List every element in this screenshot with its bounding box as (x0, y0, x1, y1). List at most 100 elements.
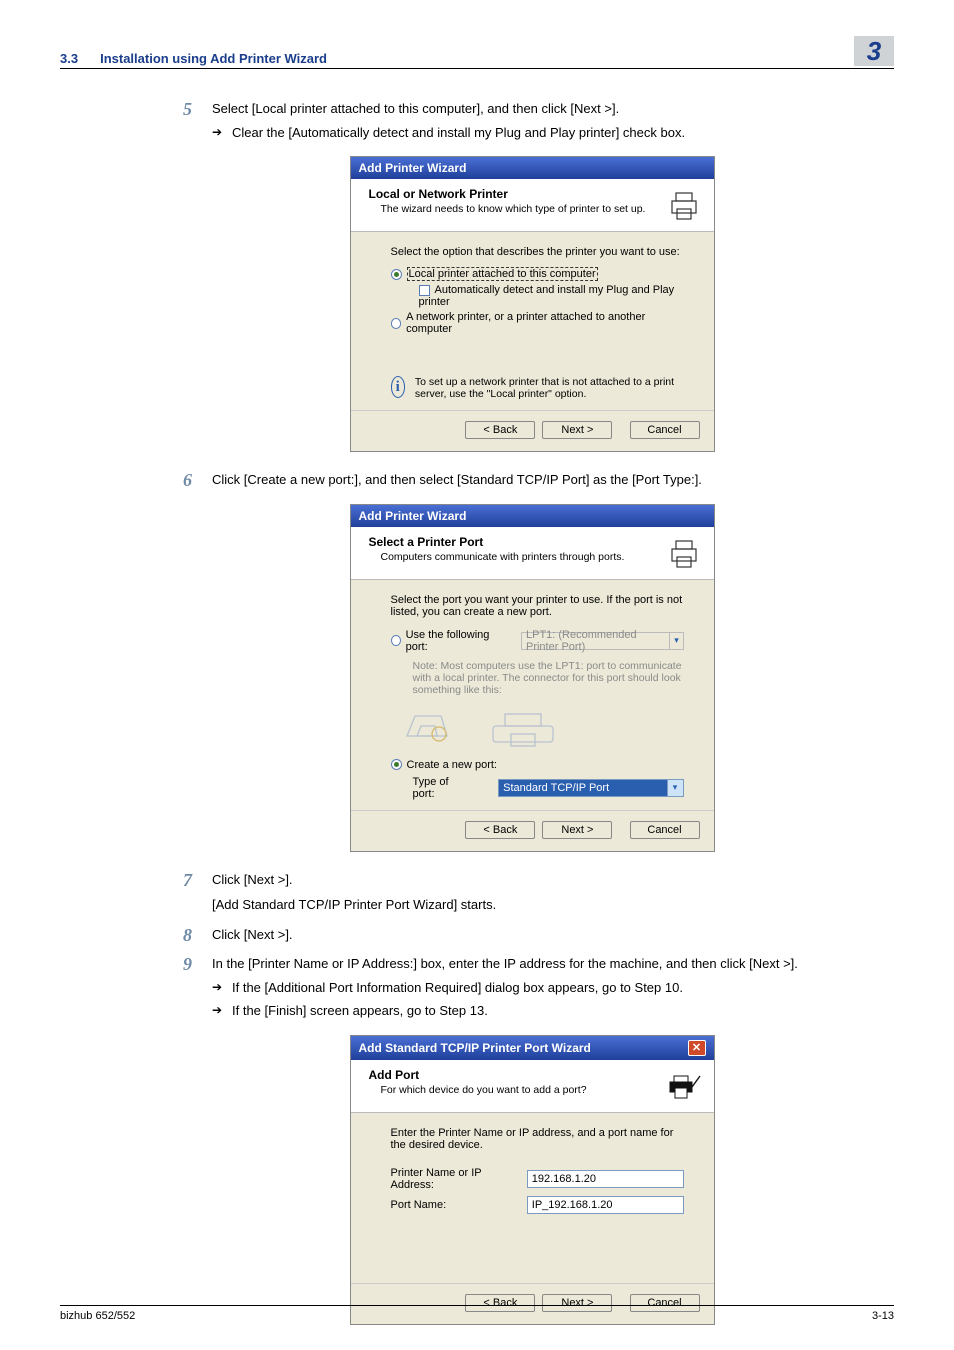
dialog-title: Add Standard TCP/IP Printer Port Wizard (359, 1041, 591, 1055)
chevron-down-icon: ▾ (669, 633, 682, 649)
back-button[interactable]: < Back (465, 821, 535, 839)
network-printer-icon (666, 1068, 702, 1104)
step-arrow-note: If the [Additional Port Information Requ… (212, 978, 894, 998)
port-name-input[interactable]: IP_192.168.1.20 (527, 1196, 684, 1214)
step-number: 9 (170, 954, 192, 1021)
wizard-body: Select the port you want your printer to… (351, 580, 714, 810)
dialog-add-port: Add Standard TCP/IP Printer Port Wizard … (350, 1035, 715, 1325)
field-printer-name-ip: Printer Name or IP Address: 192.168.1.20 (391, 1167, 684, 1191)
wizard-header: Add Port For which device do you want to… (351, 1060, 714, 1113)
connector-illustrations (401, 704, 684, 748)
dialog-select-port: Add Printer Wizard Select a Printer Port… (350, 504, 715, 852)
step-body: Select [Local printer attached to this c… (212, 99, 894, 142)
info-icon: i (391, 376, 405, 398)
dialog-title: Add Printer Wizard (359, 161, 467, 175)
step-8: 8 Click [Next >]. (170, 925, 894, 945)
step-number: 5 (170, 99, 192, 142)
dialog-local-or-network: Add Printer Wizard Local or Network Prin… (350, 156, 715, 452)
step-5: 5 Select [Local printer attached to this… (170, 99, 894, 142)
checkbox-indicator (419, 285, 430, 296)
radio-indicator (391, 759, 402, 770)
port-note: Note: Most computers use the LPT1: port … (391, 660, 684, 696)
close-icon[interactable]: ✕ (688, 1040, 706, 1056)
page-header: 3.3 Installation using Add Printer Wizar… (60, 36, 894, 69)
wizard-head-title: Add Port (369, 1068, 587, 1082)
chapter-badge: 3 (854, 36, 894, 66)
wizard-head-sub: The wizard needs to know which type of p… (369, 203, 646, 215)
wizard-header: Select a Printer Port Computers communic… (351, 527, 714, 580)
checkbox-auto-detect[interactable]: Automatically detect and install my Plug… (391, 284, 684, 308)
port-type-dropdown[interactable]: Standard TCP/IP Port ▾ (498, 779, 683, 797)
wizard-body: Enter the Printer Name or IP address, an… (351, 1113, 714, 1283)
step-body: In the [Printer Name or IP Address:] box… (212, 954, 894, 1021)
step-body: Click [Next >]. (212, 925, 894, 945)
type-label: Type of port: (413, 776, 473, 800)
wizard-head-sub: Computers communicate with printers thro… (369, 551, 625, 563)
step-subtext: [Add Standard TCP/IP Printer Port Wizard… (212, 895, 894, 915)
info-box: i To set up a network printer that is no… (391, 376, 684, 400)
dropdown-value: Standard TCP/IP Port (499, 782, 613, 794)
cancel-button[interactable]: Cancel (630, 821, 700, 839)
step-number: 6 (170, 470, 192, 490)
printer-ip-input[interactable]: 192.168.1.20 (527, 1170, 684, 1188)
step-arrow-note: If the [Finish] screen appears, go to St… (212, 1001, 894, 1021)
body-lead: Select the option that describes the pri… (391, 246, 684, 258)
radio-local-printer[interactable]: Local printer attached to this computer (391, 267, 598, 281)
checkbox-label: Automatically detect and install my Plug… (419, 284, 675, 308)
chevron-down-icon: ▾ (667, 780, 683, 796)
section-title: Installation using Add Printer Wizard (100, 51, 327, 66)
page-footer: bizhub 652/552 3-13 (60, 1305, 894, 1322)
footer-page: 3-13 (872, 1310, 894, 1322)
radio-label: Create a new port: (407, 759, 498, 771)
step-6: 6 Click [Create a new port:], and then s… (170, 470, 894, 490)
step-text: Select [Local printer attached to this c… (212, 99, 894, 119)
connector-icon (401, 704, 453, 748)
dialog-titlebar: Add Printer Wizard (351, 505, 714, 527)
dialog-title: Add Printer Wizard (359, 509, 467, 523)
port-dropdown-disabled: LPT1: (Recommended Printer Port) ▾ (521, 632, 684, 650)
field-label: Printer Name or IP Address: (391, 1167, 513, 1191)
step-arrow-note: Clear the [Automatically detect and inst… (212, 123, 894, 143)
section-number: 3.3 (60, 51, 78, 66)
radio-indicator (391, 318, 402, 329)
radio-label: Local printer attached to this computer (407, 267, 598, 281)
step-text: Click [Next >]. (212, 870, 894, 890)
next-button[interactable]: Next > (542, 421, 612, 439)
printer-icon (666, 187, 702, 223)
body-lead: Select the port you want your printer to… (391, 594, 684, 618)
step-text: Click [Create a new port:], and then sel… (212, 470, 894, 490)
step-number: 8 (170, 925, 192, 945)
printer-icon (666, 535, 702, 571)
back-button[interactable]: < Back (465, 421, 535, 439)
wizard-footer: < Back Next > Cancel (351, 410, 714, 451)
step-text: In the [Printer Name or IP Address:] box… (212, 954, 894, 974)
radio-use-port[interactable]: Use the following port: LPT1: (Recommend… (391, 629, 684, 653)
step-body: Click [Create a new port:], and then sel… (212, 470, 894, 490)
radio-label: Use the following port: (406, 629, 504, 653)
radio-label: A network printer, or a printer attached… (406, 311, 683, 335)
body-lead: Enter the Printer Name or IP address, an… (391, 1127, 684, 1151)
field-port-name: Port Name: IP_192.168.1.20 (391, 1196, 684, 1214)
cancel-button[interactable]: Cancel (630, 421, 700, 439)
section-heading: 3.3 Installation using Add Printer Wizar… (60, 51, 327, 66)
info-text: To set up a network printer that is not … (415, 376, 684, 400)
dialog-titlebar: Add Standard TCP/IP Printer Port Wizard … (351, 1036, 714, 1060)
radio-indicator (391, 269, 402, 280)
step-text: Click [Next >]. (212, 925, 894, 945)
radio-create-port[interactable]: Create a new port: (391, 759, 498, 771)
wizard-header: Local or Network Printer The wizard need… (351, 179, 714, 232)
content-area: 5 Select [Local printer attached to this… (60, 99, 894, 1325)
step-number: 7 (170, 870, 192, 915)
radio-network-printer[interactable]: A network printer, or a printer attached… (391, 311, 684, 335)
dialog-titlebar: Add Printer Wizard (351, 157, 714, 179)
wizard-head-title: Select a Printer Port (369, 535, 625, 549)
field-label: Port Name: (391, 1199, 513, 1211)
footer-model: bizhub 652/552 (60, 1310, 135, 1322)
step-9: 9 In the [Printer Name or IP Address:] b… (170, 954, 894, 1021)
next-button[interactable]: Next > (542, 821, 612, 839)
printer-illustration-icon (483, 704, 563, 748)
radio-indicator (391, 635, 401, 646)
wizard-footer: < Back Next > Cancel (351, 810, 714, 851)
step-body: Click [Next >]. [Add Standard TCP/IP Pri… (212, 870, 894, 915)
wizard-body: Select the option that describes the pri… (351, 232, 714, 410)
